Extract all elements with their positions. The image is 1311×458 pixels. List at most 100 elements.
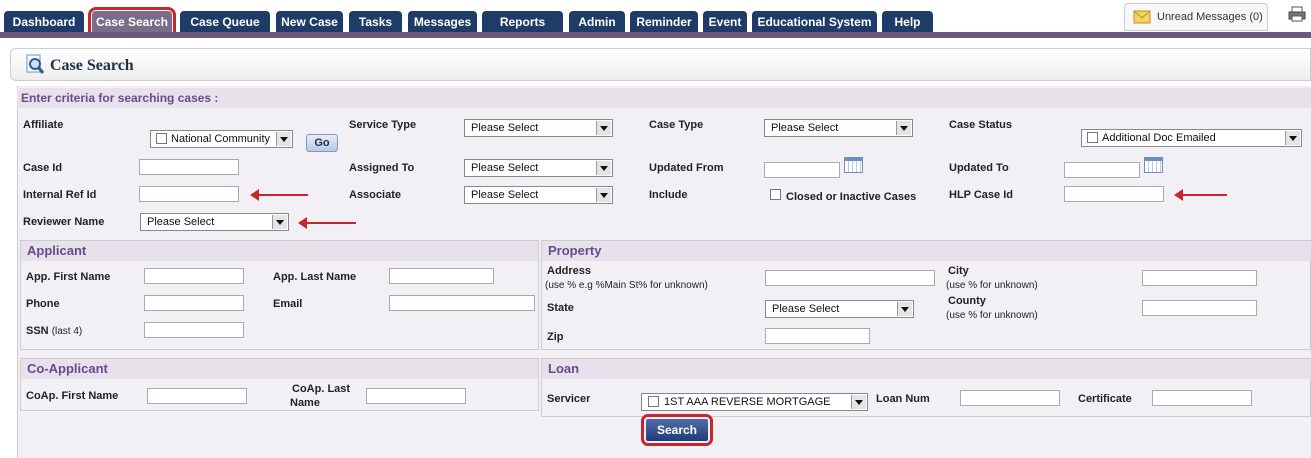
chevron-down-icon [596,121,611,135]
email-label: Email [273,298,303,310]
county-input[interactable] [1142,300,1257,316]
tab-case-search[interactable]: Case Search [88,7,176,36]
property-header: Property [542,241,1311,261]
address-input[interactable] [765,270,935,286]
include-label: Include [649,189,688,201]
tab-tasks[interactable]: Tasks [349,11,402,32]
hlp-case-input[interactable] [1064,186,1164,202]
phone-label: Phone [26,298,60,310]
case-type-label: Case Type [649,119,704,131]
chevron-down-icon [1285,131,1300,145]
ssn-label: SSN (last 4) [26,325,82,337]
tab-educational-system[interactable]: Educational System [752,11,877,32]
case-type-select[interactable]: Please Select [764,119,913,137]
ssn-label-text: SSN [26,325,49,337]
county-hint: (use % for unknown) [946,310,1038,321]
servicer-select[interactable]: 1ST AAA REVERSE MORTGAGE [641,393,868,411]
updated-to-input[interactable] [1064,162,1140,178]
loan-num-label: Loan Num [876,393,930,405]
nav-underline [0,32,1311,38]
app-last-name-label: App. Last Name [273,271,357,283]
go-button[interactable]: Go [306,134,338,152]
tab-new-case[interactable]: New Case [276,11,343,32]
updated-to-label: Updated To [949,162,1009,174]
service-type-value: Please Select [471,122,539,134]
tab-event[interactable]: Event [703,11,747,32]
coap-first-name-input[interactable] [147,388,247,404]
case-id-input[interactable] [139,159,239,175]
case-type-value: Please Select [771,122,839,134]
envelope-icon [1133,10,1151,24]
tab-help[interactable]: Help [882,11,933,32]
servicer-checkbox[interactable] [648,396,659,407]
updated-from-input[interactable] [764,162,840,178]
case-id-label: Case Id [23,162,63,174]
page-title-bar [10,48,1311,81]
unread-messages-tab[interactable]: Unread Messages (0) [1124,3,1268,31]
reviewer-select[interactable]: Please Select [140,213,289,231]
chevron-down-icon [596,188,611,202]
case-status-label: Case Status [949,119,1012,131]
closed-inactive-label: Closed or Inactive Cases [786,191,917,203]
annotation-arrow [250,189,308,201]
internal-ref-label: Internal Ref Id [23,189,97,201]
criteria-header: Enter criteria for searching cases : [17,88,1311,108]
chevron-down-icon [851,395,866,409]
tab-reports[interactable]: Reports [482,11,563,32]
city-input[interactable] [1142,270,1257,286]
affiliate-value: National Community [171,133,271,145]
annotation-arrow [298,217,356,229]
chevron-down-icon [276,132,291,146]
reviewer-label: Reviewer Name [23,216,105,228]
printer-icon[interactable] [1288,6,1306,22]
assigned-to-label: Assigned To [349,162,415,174]
zip-label: Zip [547,331,564,343]
tab-reminder[interactable]: Reminder [630,11,698,32]
county-label: County [948,295,986,307]
ssn-input[interactable] [144,322,244,338]
calendar-icon[interactable] [1144,157,1163,173]
service-type-select[interactable]: Please Select [464,119,613,137]
city-hint: (use % for unknown) [946,280,1038,291]
search-button[interactable]: Search [641,414,713,446]
state-select[interactable]: Please Select [765,300,914,318]
city-label: City [948,265,969,277]
app-first-name-input[interactable] [144,268,244,284]
internal-ref-input[interactable] [139,186,239,202]
tab-messages[interactable]: Messages [408,11,477,32]
assigned-to-value: Please Select [471,162,539,174]
coap-last-name-input[interactable] [366,388,466,404]
coap-last-name-label-2: Name [290,397,320,409]
magnifier-document-icon [26,54,45,74]
affiliate-select[interactable]: National Community [150,130,293,148]
tab-dashboard[interactable]: Dashboard [4,11,84,32]
chevron-down-icon [596,161,611,175]
loan-num-input[interactable] [960,390,1060,406]
calendar-icon[interactable] [844,157,863,173]
hlp-case-label: HLP Case Id [949,189,1013,201]
closed-inactive-checkbox[interactable] [770,189,781,200]
certificate-input[interactable] [1152,390,1252,406]
assigned-to-select[interactable]: Please Select [464,159,613,177]
state-value: Please Select [772,303,840,315]
coap-last-name-label-1: CoAp. Last [292,383,351,395]
updated-from-label: Updated From [649,162,724,174]
servicer-value: 1ST AAA REVERSE MORTGAGE [664,396,831,408]
affiliate-label: Affiliate [23,119,64,131]
email-input[interactable] [389,295,535,311]
certificate-label: Certificate [1078,393,1132,405]
affiliate-checkbox[interactable] [156,133,167,144]
tab-case-queue[interactable]: Case Queue [180,11,270,32]
app-first-name-label: App. First Name [26,271,111,283]
chevron-down-icon [897,302,912,316]
associate-select[interactable]: Please Select [464,186,613,204]
coap-first-name-label: CoAp. First Name [26,390,119,402]
case-status-checkbox[interactable] [1087,132,1098,143]
case-status-select[interactable]: Additional Doc Emailed [1081,129,1302,147]
phone-input[interactable] [144,295,244,311]
tab-admin[interactable]: Admin [569,11,625,32]
applicant-header: Applicant [21,241,538,261]
coapplicant-header: Co-Applicant [21,359,538,379]
zip-input[interactable] [765,328,870,344]
app-last-name-input[interactable] [389,268,494,284]
